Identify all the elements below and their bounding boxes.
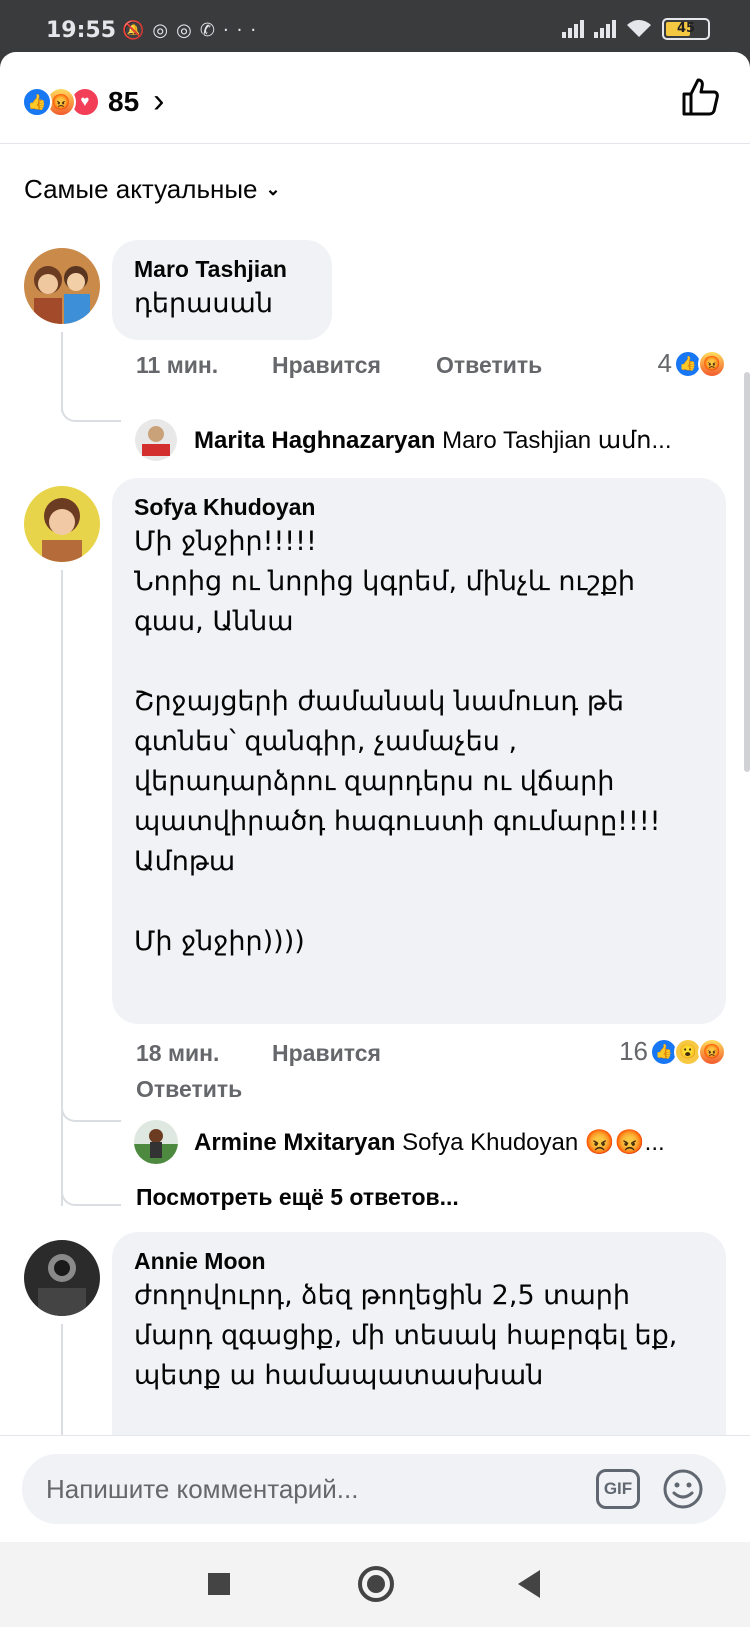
signal-icon — [594, 20, 616, 38]
scrollbar[interactable] — [744, 372, 750, 772]
thread-connector — [61, 1162, 121, 1206]
view-more-replies-link[interactable]: Посмотреть ещё 5 ответов... — [136, 1184, 459, 1211]
comment-time[interactable]: 11 мин. — [136, 352, 218, 379]
signal-icon — [562, 20, 584, 38]
comment-author[interactable]: Annie Moon — [134, 1246, 704, 1276]
comment-input[interactable]: Напишите комментарий... GIF — [22, 1454, 726, 1524]
system-nav-bar — [0, 1542, 750, 1627]
recent-apps-button[interactable] — [208, 1573, 230, 1595]
gif-button[interactable]: GIF — [596, 1469, 640, 1509]
reply-preview[interactable]: Marita Haghnazaryan Maro Tashjian ամո... — [194, 426, 724, 455]
reply-text: Maro Tashjian ամո... — [442, 427, 672, 454]
chevron-down-icon: ⌄ — [265, 179, 281, 199]
comment-author[interactable]: Sofya Khudoyan — [134, 492, 704, 522]
avatar[interactable] — [24, 486, 100, 562]
like-reaction-icon: 👍 — [22, 86, 52, 117]
comment-time[interactable]: 18 мин. — [136, 1040, 219, 1067]
comment-bubble[interactable]: Sofya Khudoyan Մի ջնջիր!!!!! Նորից ու նո… — [112, 478, 726, 1024]
more-icon: ··· — [222, 20, 265, 41]
comment-composer: Напишите комментарий... GIF — [0, 1435, 750, 1542]
battery-level: 45 — [676, 21, 696, 36]
battery-icon: 45 — [662, 18, 710, 40]
comment-bubble[interactable]: Maro Tashjian դերասան — [112, 240, 332, 340]
comment-text: դերասան — [134, 288, 273, 319]
comment-reaction-count: 4 — [657, 348, 672, 378]
comment-reaction-count: 16 — [619, 1036, 648, 1066]
reply-avatar[interactable] — [134, 1120, 178, 1164]
reply-author: Marita Haghnazaryan — [194, 427, 436, 454]
like-comment-button[interactable]: Нравится — [272, 352, 381, 379]
thread-line — [61, 1324, 63, 1444]
comment-reactions[interactable]: 4 👍 😡 — [658, 348, 726, 379]
reply-text: Sofya Khudoyan 😡😡... — [402, 1129, 665, 1156]
reaction-count: 85 — [108, 85, 140, 117]
messenger-icon: ✆ — [199, 20, 223, 41]
like-comment-button[interactable]: Нравится — [272, 1040, 381, 1067]
like-button[interactable] — [678, 74, 722, 118]
notification-icons: 🔕◎◎✆··· — [122, 20, 264, 41]
comment-text: Մի ջնջիր!!!!! Նորից ու նորից կգրեմ, մինչ… — [134, 526, 661, 957]
reply-preview[interactable]: Armine Mxitaryan Sofya Khudoyan 😡😡... — [194, 1128, 724, 1157]
reply-author: Armine Mxitaryan — [194, 1129, 396, 1156]
chevron-right-icon: › — [153, 82, 165, 120]
reply-avatar[interactable] — [134, 418, 178, 462]
comment-text: ժողովուրդ, ձեզ թողեցին 2,5 տարի մարդ զգա… — [134, 1280, 678, 1391]
status-time: 19:55 — [46, 18, 117, 43]
sort-label: Самые актуальные — [24, 174, 258, 204]
thread-connector — [61, 1082, 121, 1122]
comment-author[interactable]: Maro Tashjian — [134, 254, 310, 284]
sort-dropdown[interactable]: Самые актуальные ⌄ — [24, 174, 281, 205]
comments-sheet: 👍 😡 ♥ 85 › Самые актуальные ⌄ Maro Tashj… — [0, 52, 750, 1542]
avatar[interactable] — [24, 248, 100, 324]
reaction-summary[interactable]: 👍 😡 ♥ 85 › — [22, 82, 164, 121]
instagram-icon: ◎ — [152, 20, 177, 41]
home-button[interactable] — [358, 1566, 394, 1602]
instagram-icon: ◎ — [176, 20, 200, 41]
angry-reaction-icon: 😡 — [698, 349, 726, 378]
avatar[interactable] — [24, 1240, 100, 1316]
reactions-header: 👍 😡 ♥ 85 › — [0, 52, 750, 144]
angry-reaction-icon: 😡 — [698, 1037, 726, 1066]
comment-reactions[interactable]: 16 👍 😮 😡 — [619, 1036, 726, 1067]
back-button[interactable] — [518, 1570, 540, 1598]
status-right: 45 — [562, 18, 710, 40]
thread-connector — [61, 382, 121, 422]
wifi-icon — [627, 20, 651, 37]
reply-button[interactable]: Ответить — [436, 352, 542, 379]
status-bar: 19:55 🔕◎◎✆··· 45 — [0, 0, 750, 52]
comment-input-placeholder: Напишите комментарий... — [46, 1474, 359, 1504]
mute-icon: 🔕 — [122, 20, 153, 41]
reply-button[interactable]: Ответить — [136, 1076, 242, 1103]
emoji-icon[interactable] — [662, 1468, 704, 1510]
